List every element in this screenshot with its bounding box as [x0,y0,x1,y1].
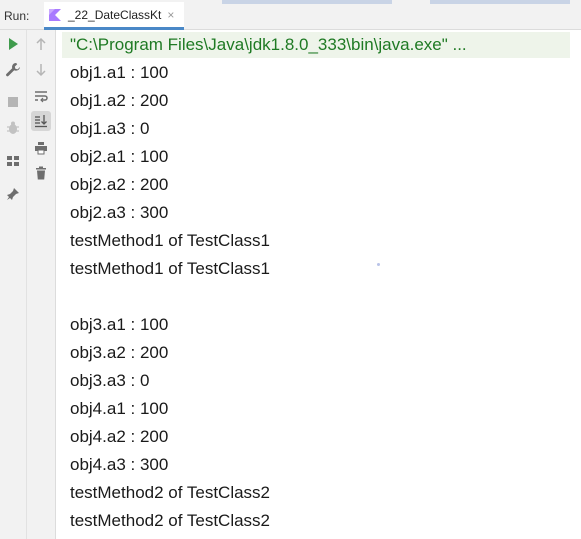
command-line: "C:\Program Files\Java\jdk1.8.0_333\bin\… [70,35,467,54]
console-line: obj3.a1 : 100 [70,315,169,334]
debug-bug-icon [7,121,19,134]
console-line: obj1.a2 : 200 [70,91,169,110]
console-line: testMethod2 of TestClass2 [70,483,271,502]
clear-all-button[interactable] [31,163,51,183]
console-line: obj3.a2 : 200 [70,343,169,362]
console-line: obj3.a3 : 0 [70,371,150,390]
console-line: testMethod1 of TestClass1 [70,259,271,278]
pin-tab-button[interactable] [3,184,23,204]
layout-icon [7,156,19,166]
tab-run-config[interactable]: _22_DateClassKt × [44,2,184,30]
soft-wrap-button[interactable] [31,86,51,106]
debug-button[interactable] [3,118,23,138]
header-decoration [222,0,392,4]
stop-button[interactable] [3,92,23,112]
console-toolbar [27,30,56,539]
console-line: obj1.a1 : 100 [70,63,169,82]
print-button[interactable] [31,138,51,158]
scroll-to-end-icon [35,115,47,128]
pin-icon [7,188,19,200]
console-line: testMethod1 of TestClass1 [70,231,271,250]
next-occurrence-button[interactable] [31,60,51,80]
console-line: obj4.a1 : 100 [70,399,169,418]
trash-icon [36,166,46,180]
console-output[interactable]: "C:\Program Files\Java\jdk1.8.0_333\bin\… [56,30,581,539]
console-line: obj4.a3 : 300 [70,455,169,474]
layout-button[interactable] [3,151,23,171]
left-toolbar [0,30,27,539]
close-icon[interactable]: × [167,8,174,22]
run-tool-window-header: Run: _22_DateClassKt × [0,0,581,30]
console-line: obj1.a3 : 0 [70,119,150,138]
console-line: obj4.a2 : 200 [70,427,169,446]
previous-occurrence-button[interactable] [31,34,51,54]
edit-config-button[interactable] [3,60,23,80]
arrow-up-icon [36,37,46,50]
wrench-icon [6,63,20,77]
console-line: testMethod2 of TestClass2 [70,511,271,530]
stop-icon [8,97,18,107]
cursor-dot [377,263,380,266]
console-line: obj2.a3 : 300 [70,203,169,222]
tab-label: _22_DateClassKt [68,7,162,22]
print-icon [35,142,47,155]
header-decoration [430,0,570,4]
play-icon [9,38,18,50]
console-line: obj2.a1 : 100 [70,147,169,166]
soft-wrap-icon [35,91,48,103]
rerun-button[interactable] [3,34,23,54]
console-line: obj2.a2 : 200 [70,175,169,194]
scroll-to-end-button[interactable] [31,111,51,131]
kotlin-file-icon [49,8,61,21]
arrow-down-icon [36,64,46,77]
run-label: Run: [4,9,30,23]
